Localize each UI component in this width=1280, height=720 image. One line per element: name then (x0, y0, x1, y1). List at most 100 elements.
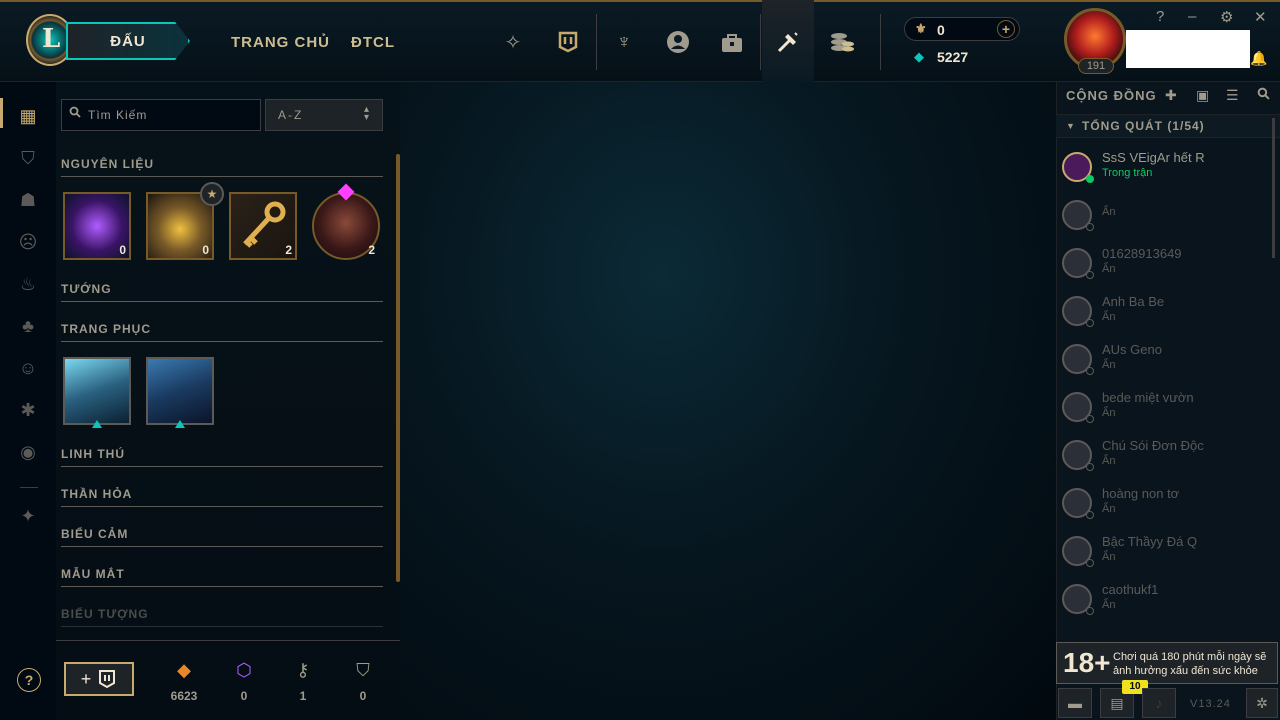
orange-essence-icon: ◆ (177, 660, 191, 680)
friend-item[interactable]: Anh Ba Be Ẩn (1056, 294, 1270, 342)
friend-item[interactable]: SsS VEigAr hết R Trong trận (1056, 150, 1270, 198)
level-badge: 191 (1078, 58, 1114, 74)
main-content-area (400, 82, 1056, 720)
friend-name: Anh Ba Be (1102, 294, 1165, 309)
help-button[interactable]: ? (17, 668, 41, 692)
friend-item[interactable]: Bậc Thầyy Đá Q Ẩn (1056, 534, 1270, 582)
friend-item[interactable]: hoàng non tơ Ẩn (1056, 486, 1270, 534)
helmet-icon[interactable]: ☗ (16, 188, 40, 212)
add-friend-icon[interactable]: ✚ (1165, 87, 1177, 104)
social-scrollbar[interactable] (1272, 118, 1275, 258)
rail-divider (20, 487, 38, 488)
settings-button[interactable]: ⚙ (1220, 8, 1233, 26)
section-eyes[interactable]: MẪU MẮT (61, 567, 383, 587)
material-count: 2 (368, 243, 375, 257)
friend-group-label: TỔNG QUÁT (1/54) (1082, 119, 1205, 133)
collection-icon[interactable] (554, 28, 582, 56)
mythic-essence-value: 0 (240, 689, 248, 703)
material-count: 0 (119, 243, 126, 257)
minimize-button[interactable]: – (1188, 8, 1196, 25)
list-icon[interactable]: ☰ (1226, 87, 1239, 104)
friend-name: caothukf1 (1102, 582, 1159, 597)
status-dot (1086, 319, 1094, 327)
orange-essence-value: 6623 (170, 689, 198, 703)
rp-display: ⚜ 0 + (904, 17, 1020, 41)
store-icon[interactable] (718, 28, 746, 56)
material-count: 2 (285, 243, 292, 257)
material-mythic-essence[interactable]: 0 (63, 192, 131, 260)
friend-status: Ẩn (1102, 503, 1116, 515)
logo-letter: L (42, 24, 61, 54)
tft-icon[interactable]: ♆ (610, 28, 638, 56)
status-dot (1086, 367, 1094, 375)
emote-icon[interactable]: ☺ (16, 356, 40, 380)
rp-icon: ⚜ (915, 21, 927, 36)
section-icons[interactable]: BIỂU TƯỢNG (61, 607, 383, 627)
skin-tile[interactable] (146, 357, 214, 425)
friend-item[interactable]: caothukf1 Ẩn (1056, 582, 1270, 630)
friend-name: SsS VEigAr hết R (1102, 150, 1205, 165)
search-icon[interactable] (1257, 87, 1270, 103)
skin-tile[interactable] (63, 357, 131, 425)
eternals-icon[interactable]: ✱ (16, 398, 40, 422)
currency-stack-icon[interactable] (828, 28, 856, 56)
status-dot (1086, 175, 1094, 183)
material-key[interactable]: 2 (229, 192, 297, 260)
bug-report-icon[interactable]: ✲ (1246, 688, 1278, 718)
social-title: CỘNG ĐỒNG (1066, 88, 1157, 103)
craft-plus: + (80, 668, 92, 689)
profile-circle-icon[interactable]: ◉ (16, 440, 40, 464)
friend-name: bede miệt vườn (1102, 390, 1194, 405)
section-companions[interactable]: LINH THÚ (61, 447, 383, 467)
search-input[interactable]: Tìm Kiếm (61, 99, 261, 131)
key-fragment-icon: ⚷ (296, 660, 310, 680)
ward-icon[interactable]: ♨ (16, 272, 40, 296)
friend-item[interactable]: 01628913649 Ẩn (1056, 246, 1270, 294)
material-champion-shard[interactable]: 2 (312, 192, 380, 260)
add-rp-button[interactable]: + (997, 20, 1015, 38)
friend-name: 01628913649 (1102, 246, 1182, 261)
status-dot (1086, 463, 1094, 471)
friend-item[interactable]: Ẩn (1056, 198, 1270, 246)
status-dot (1086, 559, 1094, 567)
mic-icon[interactable]: ♪ (1142, 688, 1176, 718)
crafting-icon[interactable] (774, 28, 802, 56)
flame-icon[interactable]: ♣ (16, 314, 40, 338)
friend-name: Bậc Thầyy Đá Q (1102, 534, 1198, 549)
version-label: V13.24 (1190, 698, 1231, 710)
collection-icon[interactable]: ⛉ (16, 146, 40, 170)
summoner-name-box (1126, 30, 1250, 68)
play-button[interactable]: ĐẤU (66, 22, 190, 60)
friend-item[interactable]: AUs Geno Ẩn (1056, 342, 1270, 390)
close-button[interactable]: ✕ (1254, 8, 1267, 26)
friend-group-header[interactable]: ▼ TỔNG QUÁT (1/54) (1056, 114, 1280, 138)
friend-item[interactable]: Chú Sói Đơn Độc Ẩn (1056, 438, 1270, 486)
collection-icon (99, 670, 116, 689)
prestige-icon[interactable]: ✧ (499, 28, 527, 56)
mask-icon[interactable]: ☹ (16, 230, 40, 254)
bell-icon[interactable]: 🔔 (1250, 50, 1267, 67)
blue-essence-icon: ◆ (914, 49, 924, 64)
mythic-essence-icon: ⬡ (236, 660, 252, 680)
chat-button[interactable]: ▬ (1058, 688, 1092, 718)
status-dot (1086, 511, 1094, 519)
separator (760, 14, 761, 70)
friend-item[interactable]: bede miệt vườn Ẩn (1056, 390, 1270, 438)
shard-indicator-icon (92, 420, 102, 428)
shard-indicator-icon (175, 420, 185, 428)
nav-tft[interactable]: ĐTCL (351, 34, 395, 51)
nav-home[interactable]: TRANG CHỦ (231, 34, 330, 51)
friend-status: Ẩn (1102, 311, 1116, 323)
search-icon (69, 106, 81, 121)
section-emotes[interactable]: BIỂU CẢM (61, 527, 383, 547)
help-window-button[interactable]: ? (1156, 8, 1164, 25)
status-dot (1086, 223, 1094, 231)
section-champions[interactable]: TƯỚNG (61, 282, 383, 302)
grid-icon[interactable]: ▦ (16, 104, 40, 128)
section-skins[interactable]: TRANG PHỤC (61, 322, 383, 342)
add-folder-icon[interactable]: ▣ (1196, 87, 1209, 104)
craft-button[interactable]: + (64, 662, 134, 696)
sparkle-icon[interactable]: ✦ (16, 504, 40, 528)
profile-icon[interactable] (664, 28, 692, 56)
section-wards[interactable]: THẦN HỎA (61, 487, 383, 507)
